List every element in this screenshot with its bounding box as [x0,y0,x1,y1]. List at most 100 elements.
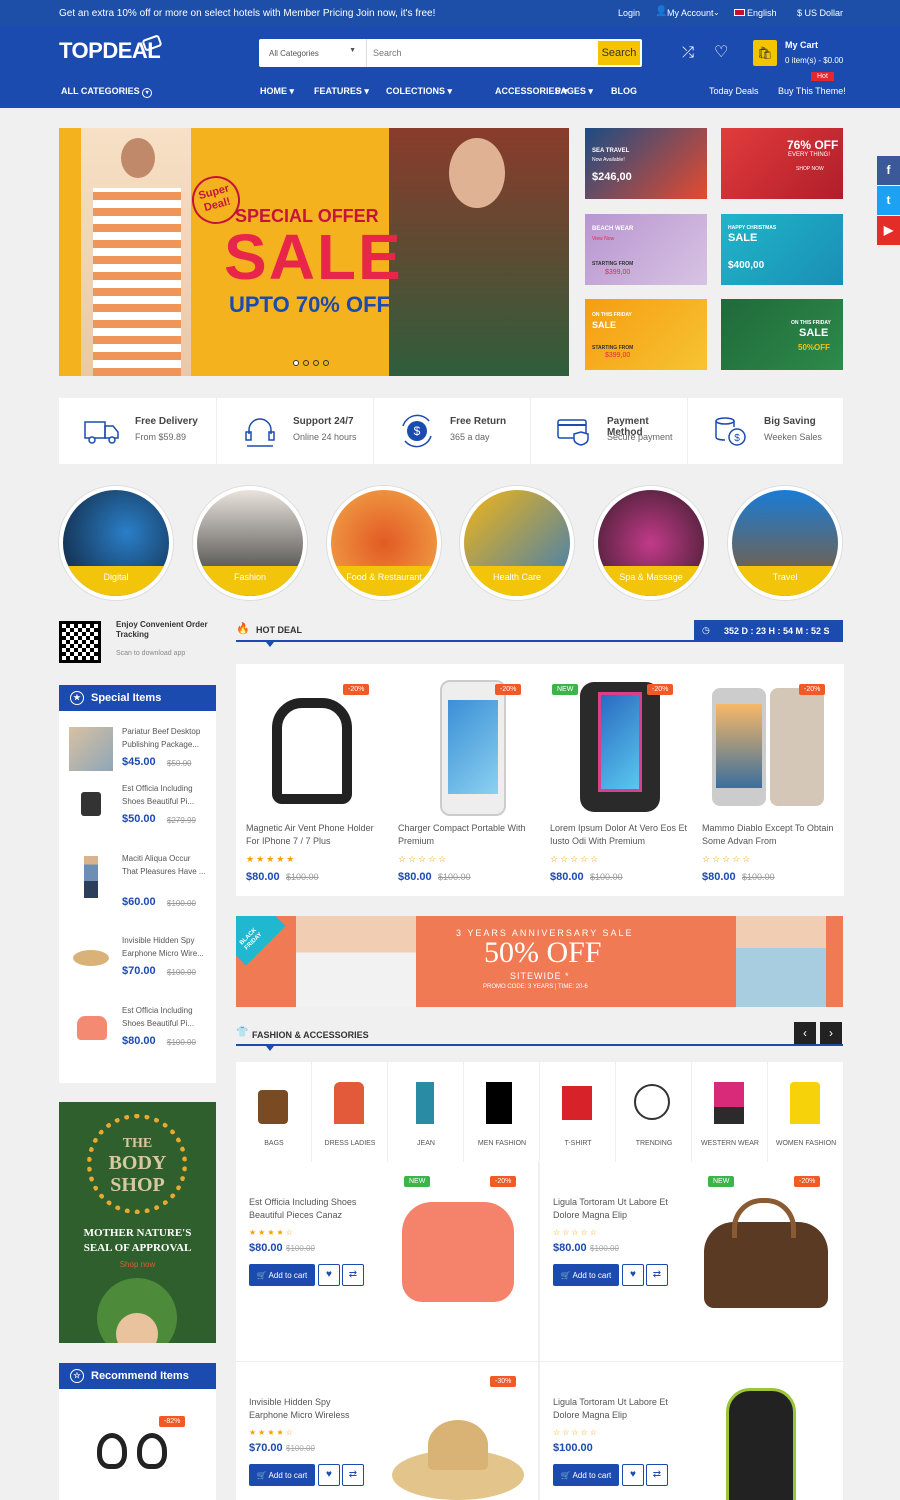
add-to-cart-button[interactable]: 🛒 Add to cart [553,1264,619,1286]
search-button[interactable]: Search [598,41,640,65]
product-name[interactable]: Est Officia Including Shoes Beautiful Pi… [249,1196,371,1222]
special-item[interactable]: Maciti Aliqua Occur That Pleasures Have … [59,848,216,908]
product-name[interactable]: Ligula Tortoram Ut Labore Et Dolore Magn… [553,1396,675,1422]
compare-icon[interactable]: ⇄ [342,1464,364,1486]
category-men[interactable]: MEN FASHION [464,1062,540,1162]
category-western[interactable]: WESTERN WEAR [692,1062,768,1162]
feature-support: Support 24/7 Online 24 hours [216,398,372,464]
carousel-dots[interactable] [293,360,329,366]
circle-health[interactable]: Health Care [460,486,574,600]
qr-sub: Scan to download app [116,650,186,657]
special-item[interactable]: Pariatur Beef Desktop Publishing Package… [59,721,216,781]
watch-thumbnail [69,784,113,828]
twitter-icon[interactable]: t [877,186,900,215]
search-input[interactable] [367,39,598,67]
product-name[interactable]: Mammo Diablo Except To Obtain Some Advan… [702,822,842,848]
promo-tile-sea-travel[interactable]: SEA TRAVEL Now Available! $246,00 [585,128,707,199]
heart-icon[interactable]: ♡ [714,42,728,62]
today-deals-link[interactable]: Today Deals [709,86,759,96]
promo-tile-christmas[interactable]: HAPPY CHRISTMAS SALE $400,00 [721,214,843,285]
add-to-cart-button[interactable]: 🛒 Add to cart [553,1464,619,1486]
ad-shop-now[interactable]: Shop now [59,1260,216,1269]
fashion-product[interactable]: Ligula Tortoram Ut Labore Et Dolore Magn… [540,1162,843,1362]
login-link[interactable]: Login [618,8,640,18]
hero-banner[interactable]: Super Deal! SPECIAL OFFER SALE UPTO 70% … [59,128,569,376]
add-to-cart-button[interactable]: 🛒 Add to cart [249,1464,315,1486]
wishlist-heart-icon[interactable]: ♥ [622,1464,644,1486]
special-item-name[interactable]: Invisible Hidden Spy Earphone Micro Wire… [122,934,208,960]
special-item-name[interactable]: Maciti Aliqua Occur That Pleasures Have … [122,852,208,878]
shuffle-icon[interactable]: ⤮ [682,44,694,61]
anniversary-banner[interactable]: BLACK FRIDAY 3 YEARS ANNIVERSARY SALE 50… [236,916,843,1007]
carousel-dot[interactable] [323,360,329,366]
circle-travel[interactable]: Travel [728,486,842,600]
fashion-product[interactable]: Invisible Hidden Spy Earphone Micro Wire… [236,1362,539,1500]
facebook-icon[interactable]: f [877,156,900,185]
nav-pages[interactable]: PAGES ▾ [555,86,593,97]
category-bags[interactable]: BAGS [236,1062,312,1162]
circle-digital[interactable]: Digital [59,486,173,600]
circle-food[interactable]: Food & Restaurant [327,486,441,600]
carousel-dot[interactable] [313,360,319,366]
special-item-name[interactable]: Pariatur Beef Desktop Publishing Package… [122,725,208,751]
category-tshirt[interactable]: T-SHIRT [540,1062,616,1162]
hot-deal-product[interactable]: NEW -20% Lorem Ipsum Dolor At Vero Eos E… [540,664,692,896]
special-item[interactable]: Invisible Hidden Spy Earphone Micro Wire… [59,930,216,990]
card-shield-icon [557,419,589,446]
currency-select[interactable]: $ US Dollar [797,8,843,18]
compare-icon[interactable]: ⇄ [342,1264,364,1286]
body-shop-ad[interactable]: THE BODY SHOP MOTHER NATURE'S SEAL OF AP… [59,1102,216,1343]
youtube-icon[interactable]: ▶ [877,216,900,245]
hot-deal-product[interactable]: -20% Mammo Diablo Except To Obtain Some … [692,664,844,896]
product-name[interactable]: Charger Compact Portable With Premium [398,822,538,848]
category-women[interactable]: WOMEN FASHION [768,1062,843,1162]
wishlist-heart-icon[interactable]: ♥ [622,1264,644,1286]
prev-arrow-icon[interactable]: ‹ [794,1022,816,1044]
nav-home[interactable]: HOME ▾ [260,86,294,97]
circle-fashion[interactable]: Fashion [193,486,307,600]
category-trending[interactable]: TRENDING [616,1062,692,1162]
phone-pair-image [704,678,832,818]
promo-tile-76-off[interactable]: 76% OFF EVERY THING! SHOP NOW [721,128,843,199]
carousel-dot[interactable] [293,360,299,366]
product-name[interactable]: Magnetic Air Vent Phone Holder For IPhon… [246,822,386,848]
special-item[interactable]: Est Officia Including Shoes Beautiful Pi… [59,778,216,838]
promo-tile-beach-wear[interactable]: BEACH WEAR View Now STARTING FROM $399,0… [585,214,707,285]
carousel-dot[interactable] [303,360,309,366]
special-item-name[interactable]: Est Officia Including Shoes Beautiful Pi… [122,782,208,808]
special-item-name[interactable]: Est Officia Including Shoes Beautiful Pi… [122,1004,208,1030]
fashion-product[interactable]: Est Officia Including Shoes Beautiful Pi… [236,1162,539,1362]
next-arrow-icon[interactable]: › [820,1022,842,1044]
add-to-cart-button[interactable]: 🛒 Add to cart [249,1264,315,1286]
compare-icon[interactable]: ⇄ [646,1464,668,1486]
cart-title[interactable]: My Cart [785,40,818,50]
wishlist-heart-icon[interactable]: ♥ [318,1464,340,1486]
fashion-product[interactable]: Ligula Tortoram Ut Labore Et Dolore Magn… [540,1362,843,1500]
coins-icon: $ [715,417,746,446]
product-name[interactable]: Invisible Hidden Spy Earphone Micro Wire… [249,1396,371,1422]
product-name[interactable]: Ligula Tortoram Ut Labore Et Dolore Magn… [553,1196,675,1222]
category-dress[interactable]: DRESS LADIES [312,1062,388,1162]
circle-spa[interactable]: Spa & Massage [594,486,708,600]
wishlist-heart-icon[interactable]: ♥ [318,1264,340,1286]
special-item-old-price: $279.99 [167,816,196,825]
all-categories-button[interactable]: ALL CATEGORIES ▾ [61,86,153,98]
hot-deal-product[interactable]: -20% Magnetic Air Vent Phone Holder For … [236,664,388,896]
promo-tile-friday-sale[interactable]: ON THIS FRIDAY SALE STARTING FROM $399,0… [585,299,707,370]
compare-icon[interactable]: ⇄ [646,1264,668,1286]
category-jean[interactable]: JEAN [388,1062,464,1162]
buy-theme-link[interactable]: Buy This Theme! [778,86,846,96]
nav-features[interactable]: FEATURES ▾ [314,86,369,97]
nav-collections[interactable]: COLECTIONS ▾ [386,86,452,97]
promo-tile-friday-50[interactable]: ON THIS FRIDAY SALE 50%OFF [721,299,843,370]
product-name[interactable]: Lorem Ipsum Dolor At Vero Eos Et Iusto O… [550,822,690,848]
product-old-price: $100.00 [590,1244,619,1253]
special-item[interactable]: Est Officia Including Shoes Beautiful Pi… [59,1000,216,1060]
western-icon [714,1082,744,1124]
account-link[interactable]: My Account [667,8,714,18]
cart-icon[interactable]: 🛍 [753,40,777,66]
hot-deal-product[interactable]: -20% Charger Compact Portable With Premi… [388,664,540,896]
nav-blog[interactable]: BLOG [611,86,637,96]
category-select[interactable]: All Categories ▼ [259,39,367,67]
language-select[interactable]: English [747,8,777,18]
